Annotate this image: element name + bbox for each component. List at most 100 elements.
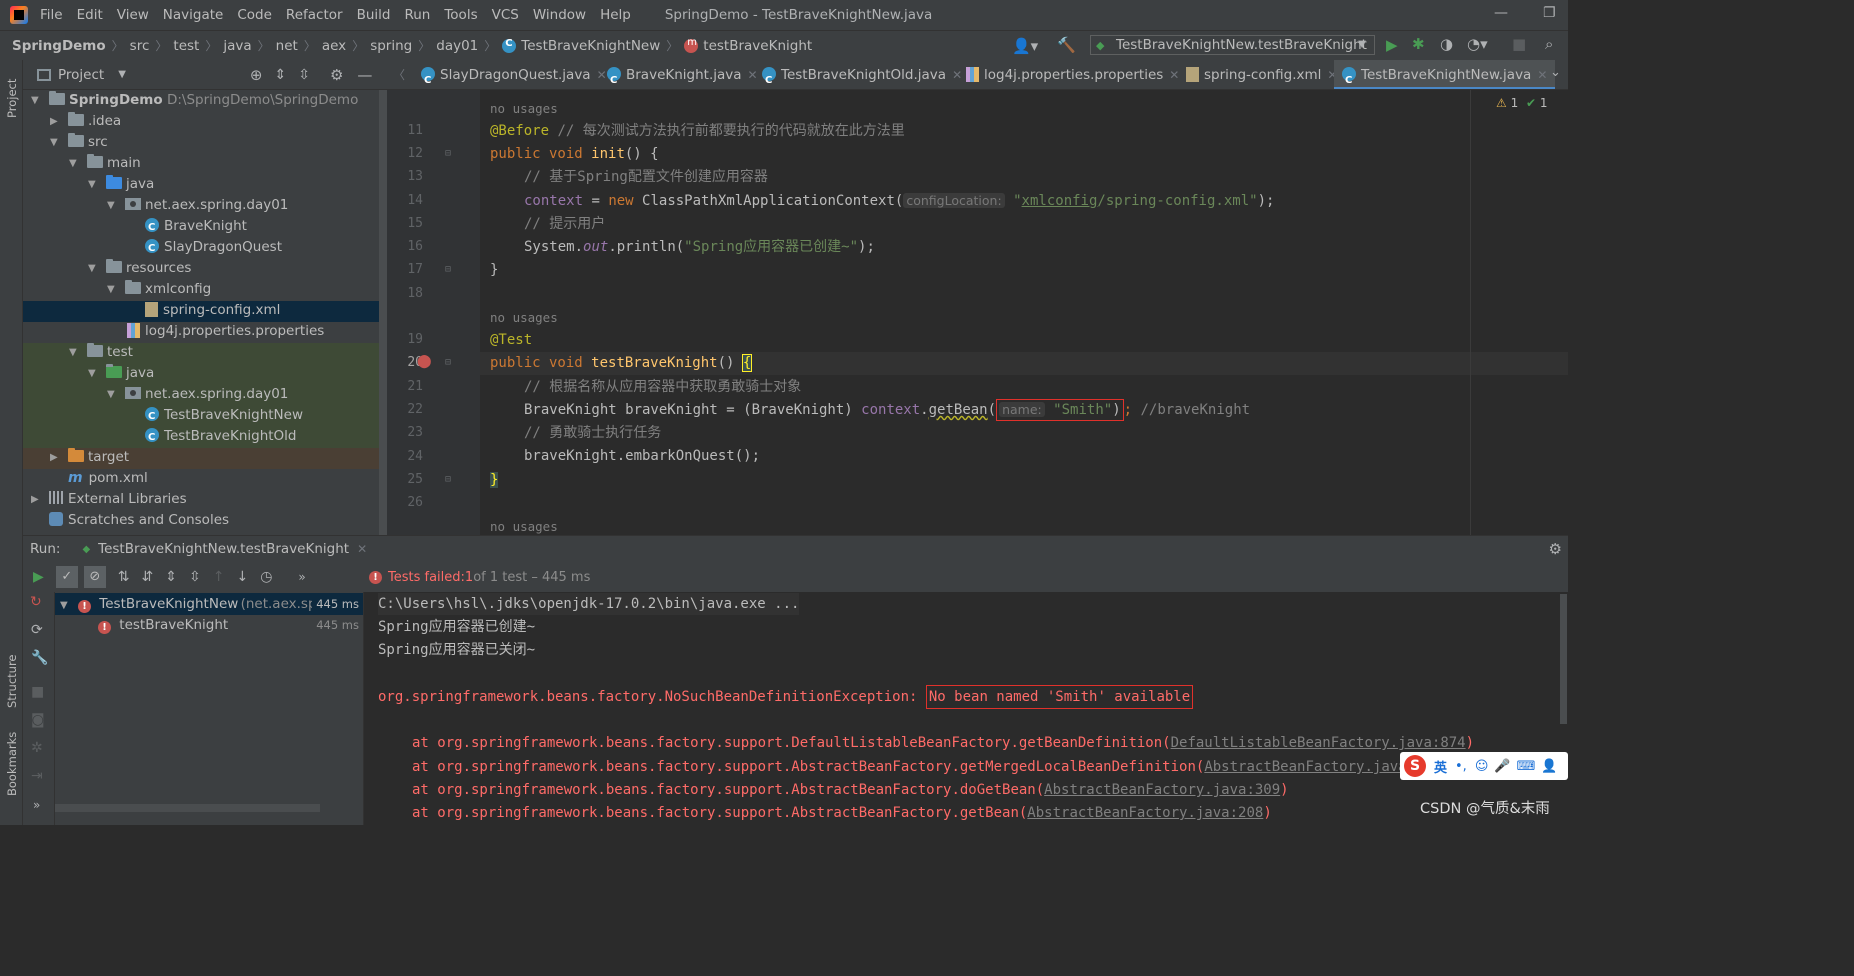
tree-item-testbraveknightold[interactable]: TestBraveKnightOld: [23, 426, 379, 448]
toggle-auto-test-icon[interactable]: ⟳: [31, 622, 43, 638]
emoji-icon[interactable]: ☺: [1475, 759, 1489, 774]
previous-failed-icon[interactable]: ↑: [213, 569, 225, 585]
collapse-all-icon[interactable]: ⇳: [189, 569, 201, 585]
punctuation-icon[interactable]: •,: [1455, 759, 1467, 774]
crumb-test[interactable]: test: [173, 38, 199, 54]
collapse-all-icon[interactable]: ⇳: [298, 67, 310, 83]
stack-link[interactable]: AbstractBeanFactory.java:309: [1044, 782, 1280, 798]
hide-icon[interactable]: —: [357, 66, 372, 84]
sogou-logo-icon[interactable]: S: [1404, 755, 1426, 777]
user-icon[interactable]: 👤▾: [1012, 37, 1038, 55]
stop-icon[interactable]: ■: [31, 684, 44, 700]
coverage-icon[interactable]: ◑: [1440, 35, 1453, 53]
stack-link[interactable]: DefaultListableBeanFactory.java:874: [1171, 735, 1466, 751]
tree-item-slaydragonquest[interactable]: SlayDragonQuest: [23, 237, 379, 259]
profile-icon[interactable]: ◔▾: [1467, 35, 1488, 53]
next-failed-icon[interactable]: ↓: [236, 569, 248, 585]
no-usages-hint[interactable]: no usages: [490, 519, 558, 534]
more-icon[interactable]: »: [33, 798, 40, 812]
tree-item-braveknight[interactable]: BraveKnight: [23, 216, 379, 238]
minimize-icon[interactable]: —: [1494, 5, 1508, 21]
rerun-failed-icon[interactable]: ↻: [30, 594, 42, 610]
menu-view[interactable]: View: [117, 7, 149, 23]
fold-icon[interactable]: ⊟: [445, 148, 451, 159]
structure-tool-tab[interactable]: Structure: [5, 638, 19, 709]
fold-icon[interactable]: ⊟: [445, 264, 451, 275]
restore-icon[interactable]: ❐: [1543, 5, 1556, 21]
project-scrollbar[interactable]: [379, 90, 387, 535]
crumb-src[interactable]: src: [130, 38, 150, 54]
stop-icon[interactable]: ■: [1512, 35, 1526, 53]
chevron-left-icon[interactable]: 〈: [393, 66, 405, 83]
tree-item-main[interactable]: ▼ main: [23, 153, 379, 174]
menu-vcs[interactable]: VCS: [492, 7, 519, 23]
warning-icon[interactable]: ⚠ 1: [1496, 96, 1518, 110]
show-passed-icon[interactable]: ✓: [55, 566, 78, 588]
tree-item-spring-config[interactable]: spring-config.xml: [23, 300, 379, 321]
run-config-selector[interactable]: TestBraveKnightNew.testBraveKnight ▼: [1090, 35, 1375, 55]
menu-navigate[interactable]: Navigate: [163, 7, 224, 23]
rerun-icon[interactable]: ▶: [33, 569, 44, 585]
tree-item-resources[interactable]: ▼ resources: [23, 258, 379, 279]
settings-icon[interactable]: ✲: [31, 740, 43, 756]
close-icon[interactable]: ✕: [1537, 68, 1547, 82]
tree-item-src[interactable]: ▼ src: [23, 132, 379, 153]
check-icon[interactable]: ✔ 1: [1526, 96, 1548, 110]
expand-all-icon[interactable]: ⇕: [165, 569, 177, 585]
tree-item-test[interactable]: ▼ test: [23, 342, 379, 363]
crumb-class[interactable]: TestBraveKnightNew: [521, 38, 660, 54]
search-icon[interactable]: ⌕: [1545, 35, 1553, 53]
no-usages-hint[interactable]: no usages: [490, 101, 558, 116]
crumb-aex[interactable]: aex: [322, 38, 346, 54]
ime-language[interactable]: 英: [1434, 757, 1447, 776]
stack-link[interactable]: AbstractBeanFactory.java:208: [1027, 805, 1263, 821]
keyboard-icon[interactable]: ⌨: [1517, 759, 1536, 774]
sort-duration-icon[interactable]: ⇵: [142, 569, 154, 585]
chevron-down-icon[interactable]: ▼: [118, 69, 126, 80]
test-suite-row[interactable]: ▼ ! TestBraveKnightNew (net.aex.spring 4…: [55, 594, 363, 615]
test-case-row[interactable]: ! testBraveKnight 445 ms: [55, 615, 363, 636]
gear-icon[interactable]: ⚙: [1549, 540, 1562, 558]
menu-tools[interactable]: Tools: [444, 7, 477, 23]
sort-alpha-icon[interactable]: ⇅: [118, 569, 130, 585]
locate-icon[interactable]: ⊕: [250, 66, 263, 84]
build-hammer-icon[interactable]: 🔨: [1057, 36, 1076, 54]
crumb-net[interactable]: net: [276, 38, 298, 54]
run-tab[interactable]: TestBraveKnightNew.testBraveKnight: [98, 541, 349, 557]
project-view-label[interactable]: Project: [58, 67, 104, 83]
menu-build[interactable]: Build: [357, 7, 391, 23]
menu-edit[interactable]: Edit: [77, 7, 103, 23]
tree-item-main-java[interactable]: ▼ java: [23, 174, 379, 195]
crumb-spring[interactable]: spring: [370, 38, 412, 54]
tree-item-testbraveknightnew[interactable]: TestBraveKnightNew: [23, 405, 379, 427]
tree-item-log4j[interactable]: log4j.properties.properties: [23, 321, 379, 342]
fold-icon[interactable]: ⊟: [445, 357, 451, 368]
chevron-down-icon[interactable]: ⌄: [1550, 65, 1561, 80]
tree-item-idea[interactable]: ▶ .idea: [23, 111, 379, 132]
tab-testbraveknightnew[interactable]: TestBraveKnightNew.java ✕: [1334, 60, 1556, 89]
no-usages-hint[interactable]: no usages: [490, 310, 558, 325]
tab-testbraveknightold[interactable]: TestBraveKnightOld.java✕: [754, 60, 970, 89]
tree-item-xmlconfig[interactable]: ▼ xmlconfig: [23, 279, 379, 300]
tab-slaydragonquest[interactable]: SlayDragonQuest.java✕: [413, 60, 615, 89]
crumb-project[interactable]: SpringDemo: [12, 38, 106, 54]
expand-all-icon[interactable]: ⇕: [274, 67, 286, 83]
project-tool-tab[interactable]: Project: [5, 68, 19, 118]
tree-item-test-java[interactable]: ▼ java: [23, 363, 379, 384]
crumb-method[interactable]: testBraveKnight: [703, 38, 812, 54]
string-link[interactable]: xmlconfig: [1022, 193, 1098, 209]
bookmarks-tool-tab[interactable]: Bookmarks: [5, 726, 19, 796]
tab-braveknight[interactable]: BraveKnight.java✕: [599, 60, 766, 89]
wrench-icon[interactable]: 🔧: [31, 650, 48, 666]
debug-icon[interactable]: ✱: [1412, 35, 1425, 53]
menu-file[interactable]: File: [40, 7, 63, 23]
show-ignored-icon[interactable]: ⊘: [83, 566, 106, 588]
tab-log4j[interactable]: log4j.properties.properties ✕: [958, 60, 1187, 89]
menu-help[interactable]: Help: [600, 7, 631, 23]
tree-item-external-libraries[interactable]: ▶ External Libraries: [23, 489, 379, 510]
menu-code[interactable]: Code: [237, 7, 272, 23]
menu-window[interactable]: Window: [533, 7, 586, 23]
tree-item-target[interactable]: ▶ target: [23, 447, 379, 468]
more-icon[interactable]: »: [298, 570, 305, 584]
tree-hscrollbar[interactable]: [55, 804, 320, 812]
